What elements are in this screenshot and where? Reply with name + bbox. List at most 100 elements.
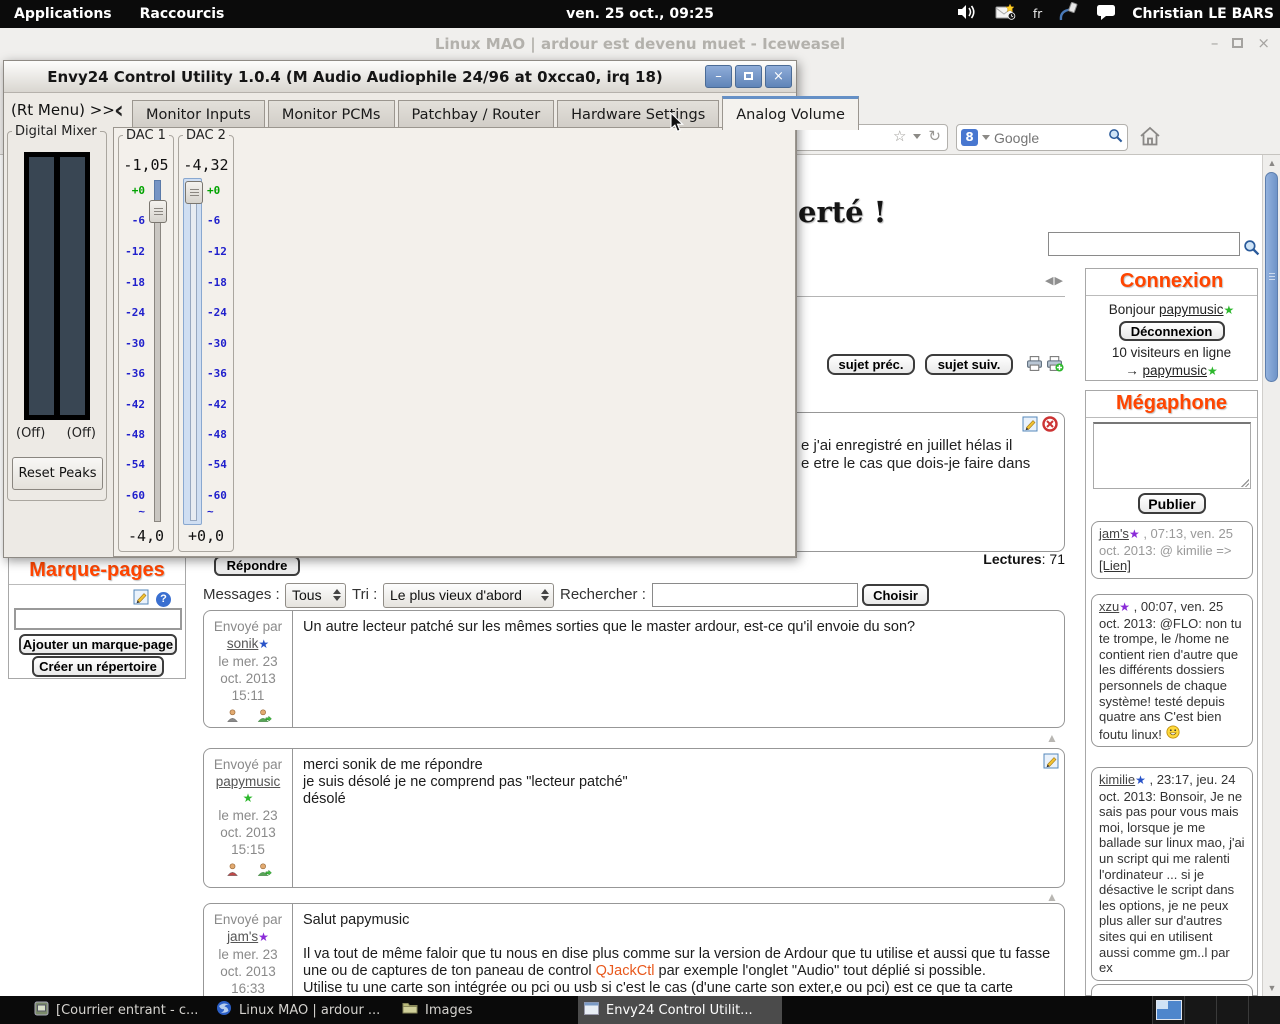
sort-select[interactable]: Le plus vieux d'abord [383, 583, 554, 608]
tablet-pen-icon[interactable] [1058, 1, 1080, 26]
qjackctl-link[interactable]: QJackCtl [596, 963, 655, 979]
add-bookmark-button[interactable]: Ajouter un marque-page [19, 634, 177, 655]
rt-menu-label[interactable]: (Rt Menu) >> [11, 101, 115, 119]
help-icon[interactable]: ? [156, 592, 171, 607]
send-message-icon[interactable] [256, 708, 272, 727]
edit-pencil-icon[interactable] [1022, 416, 1038, 437]
envy24-title: Envy24 Control Utility 1.0.4 (M Audio Au… [47, 68, 663, 86]
home-icon[interactable] [1138, 125, 1162, 151]
site-search-icon[interactable] [1243, 239, 1260, 261]
delete-icon[interactable] [1042, 416, 1058, 437]
edit-pencil-icon[interactable] [133, 589, 149, 610]
search-input[interactable] [994, 129, 1104, 146]
workspace-2[interactable] [1184, 996, 1216, 1024]
author-link[interactable]: papymusic [216, 774, 281, 789]
search-engine-dropdown-icon[interactable] [982, 135, 990, 140]
messages-filter-select[interactable]: Tous [285, 583, 346, 608]
panel-collapse-icon[interactable]: ◀▶ [1045, 274, 1064, 287]
forum-message-sonik: Envoyé par sonik★ le mer. 23 oct. 2013 1… [203, 610, 1065, 728]
jump-top-icon[interactable]: ▲ [1046, 890, 1058, 904]
workspace-1[interactable] [1152, 996, 1184, 1024]
post-user-link[interactable]: xzu [1099, 599, 1119, 614]
dac1-slider-trough[interactable] [154, 180, 161, 522]
tab-monitor-inputs[interactable]: Monitor Inputs [132, 100, 265, 129]
post-user-link[interactable]: jam's [1099, 526, 1129, 541]
user-avatar-icon[interactable] [225, 862, 240, 881]
megaphone-textarea[interactable] [1093, 422, 1251, 489]
close-icon[interactable]: × [765, 65, 792, 88]
author-link[interactable]: sonik [227, 636, 259, 651]
dac1-slider-handle[interactable] [149, 200, 167, 223]
partial-text: e j'ai enregistré en juillet hélas il [801, 437, 1013, 454]
online-user-link[interactable]: papymusic [1142, 363, 1207, 378]
post-user-link[interactable]: kimilie [1099, 772, 1135, 787]
maximize-icon[interactable] [735, 65, 762, 88]
print-icon[interactable] [1026, 355, 1043, 377]
message-meta: Envoyé par sonik★ le mer. 23 oct. 2013 1… [204, 611, 293, 727]
task-browser[interactable]: Linux MAO | ardour ... [210, 996, 380, 1024]
browser-titlebar[interactable]: Linux MAO | ardour est devenu muet - Ice… [0, 28, 1280, 62]
maximize-icon[interactable] [1232, 38, 1244, 48]
publish-button[interactable]: Publier [1138, 493, 1206, 514]
mouse-cursor [670, 111, 684, 137]
search-magnifier-icon[interactable] [1108, 128, 1123, 147]
page-scrollbar[interactable]: ▲ ▼ [1262, 155, 1280, 996]
reply-button[interactable]: Répondre [214, 556, 300, 576]
reset-peaks-button[interactable]: Reset Peaks [12, 457, 103, 490]
bookmark-name-input[interactable] [14, 608, 182, 630]
task-images[interactable]: Images [396, 996, 476, 1024]
tab-hardware-settings[interactable]: Hardware Settings [557, 100, 720, 129]
urlbar-dropdown-icon[interactable] [913, 133, 922, 139]
workspace-3[interactable] [1216, 996, 1248, 1024]
keyboard-layout-indicator[interactable]: fr [1033, 7, 1042, 21]
minimize-icon[interactable]: – [705, 65, 732, 88]
tab-patchbay-router[interactable]: Patchbay / Router [397, 100, 555, 129]
greeting: Bonjour [1108, 302, 1156, 317]
print-add-icon[interactable] [1046, 355, 1064, 377]
tab-scroll-left-icon[interactable]: ‹ [114, 97, 124, 123]
scroll-down-icon[interactable]: ▼ [1263, 980, 1280, 996]
post-link[interactable]: [Lien] [1099, 558, 1131, 573]
scale-tick: -54 [207, 458, 227, 471]
task-mail[interactable]: [Courrier entrant - c... [28, 996, 200, 1024]
mail-notification-icon[interactable] [995, 3, 1017, 25]
minimize-icon[interactable]: – [1211, 34, 1219, 52]
scale-tick: -36 [125, 367, 145, 380]
envy24-titlebar[interactable]: Envy24 Control Utility 1.0.4 (M Audio Au… [4, 61, 796, 93]
close-icon[interactable]: × [1257, 34, 1270, 52]
site-search-input[interactable] [1048, 232, 1240, 256]
previous-topic-button[interactable]: sujet préc. [827, 354, 915, 375]
logout-button[interactable]: Déconnexion [1118, 321, 1225, 341]
tab-analog-volume[interactable]: Analog Volume [722, 96, 859, 130]
google-logo-icon[interactable]: 8 [961, 129, 978, 146]
reload-icon[interactable]: ↻ [928, 127, 941, 145]
chat-bubble-icon[interactable] [1096, 4, 1116, 25]
next-topic-button[interactable]: sujet suiv. [925, 354, 1013, 375]
dac2-slider-handle[interactable] [185, 181, 203, 204]
dac2-slider-trough[interactable] [190, 182, 197, 521]
bookmark-star-icon[interactable]: ☆ [893, 127, 906, 145]
task-envy24[interactable]: Envy24 Control Utilit... [578, 996, 782, 1024]
choose-button[interactable]: Choisir [862, 584, 929, 606]
select-spinner-icon [333, 589, 341, 601]
scale-tick: -48 [207, 428, 227, 441]
jump-top-icon[interactable]: ▲ [1046, 731, 1058, 745]
create-folder-button[interactable]: Créer un répertoire [32, 656, 164, 677]
thread-search-input[interactable] [652, 583, 858, 607]
username[interactable]: Christian LE BARS [1132, 6, 1274, 22]
edit-pencil-icon[interactable] [1043, 753, 1059, 774]
user-avatar-icon[interactable] [225, 708, 240, 727]
workspace-4[interactable] [1248, 996, 1280, 1024]
message-body: Salut papymusic Il va tout de même faloi… [303, 912, 1051, 996]
resize-grip-icon[interactable] [1240, 478, 1249, 487]
volume-icon[interactable] [957, 4, 979, 24]
scroll-up-icon[interactable]: ▲ [1263, 155, 1280, 171]
author-link[interactable]: jam's [227, 929, 258, 944]
megaphone-post: jam's★ , 07:13, ven. 25 oct. 2013: @ kim… [1091, 521, 1253, 579]
megaphone-post [1091, 984, 1253, 996]
tab-monitor-pcms[interactable]: Monitor PCMs [267, 100, 395, 129]
user-profile-link[interactable]: papymusic [1159, 302, 1224, 317]
scrollbar-thumb[interactable] [1265, 172, 1278, 382]
scale-tick: -12 [207, 245, 227, 258]
send-message-icon[interactable] [256, 862, 272, 881]
